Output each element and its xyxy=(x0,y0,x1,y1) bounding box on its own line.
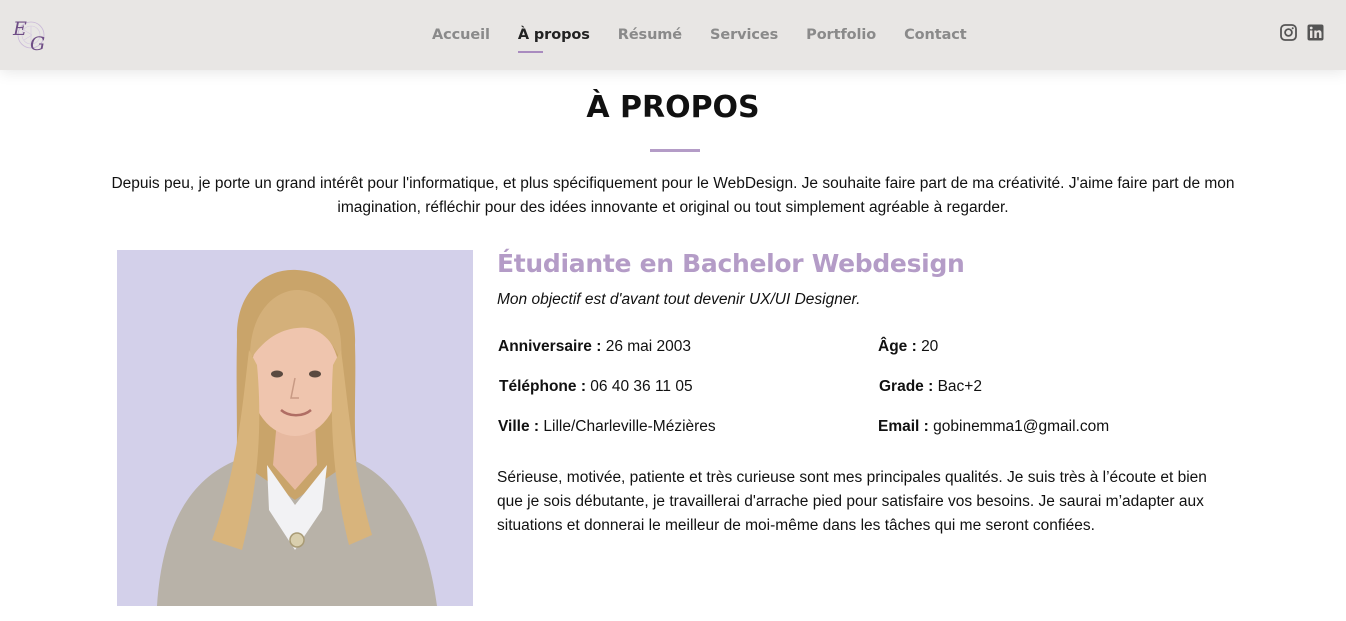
linkedin-icon[interactable] xyxy=(1307,24,1324,41)
info-phone: Téléphone : 06 40 36 11 05 xyxy=(499,378,693,396)
info-value: 06 40 36 11 05 xyxy=(590,378,693,395)
info-age: Âge : 20 xyxy=(878,338,938,356)
info-value[interactable]: gobinemma1@gmail.com xyxy=(933,418,1109,435)
nav-item-resume[interactable]: Résumé xyxy=(618,27,682,43)
social-links xyxy=(1280,24,1324,41)
profile-objective: Mon objectif est d'avant tout devenir UX… xyxy=(497,291,861,308)
nav-item-services[interactable]: Services xyxy=(710,27,778,43)
info-city: Ville : Lille/Charleville-Mézières xyxy=(498,418,716,436)
info-email: Email : gobinemma1@gmail.com xyxy=(878,418,1109,436)
main-nav: Accueil À propos Résumé Services Portfol… xyxy=(418,0,981,70)
site-header: E G Accueil À propos Résumé Services Por… xyxy=(0,0,1346,70)
profile-photo xyxy=(117,250,473,606)
info-label: Téléphone : xyxy=(499,378,586,395)
info-value: 26 mai 2003 xyxy=(605,338,692,355)
logo[interactable]: E G xyxy=(10,12,54,56)
profile-headline: Étudiante en Bachelor Webdesign xyxy=(497,249,965,278)
svg-text:E: E xyxy=(12,18,27,40)
info-label: Anniversaire : xyxy=(498,338,602,355)
info-grade: Grade : Bac+2 xyxy=(879,378,982,396)
info-label: Email : xyxy=(878,418,929,435)
nav-item-a-propos[interactable]: À propos xyxy=(517,27,590,53)
nav-item-accueil[interactable]: Accueil xyxy=(432,27,490,43)
info-label: Âge : xyxy=(878,338,917,355)
bio-paragraph: Sérieuse, motivée, patiente et très curi… xyxy=(497,469,1207,534)
title-underline xyxy=(650,149,700,152)
info-value: 20 xyxy=(921,338,939,355)
section-title: À PROPOS xyxy=(586,90,760,125)
svg-text:G: G xyxy=(30,33,45,55)
info-label: Grade : xyxy=(879,378,934,395)
info-value: Bac+2 xyxy=(937,378,982,395)
info-birthday: Anniversaire : 26 mai 2003 xyxy=(498,338,691,356)
intro-paragraph: Depuis peu, je porte un grand intérêt po… xyxy=(111,175,1235,216)
instagram-icon[interactable] xyxy=(1280,24,1297,41)
info-value: Lille/Charleville-Mézières xyxy=(543,418,716,435)
nav-item-contact[interactable]: Contact xyxy=(904,27,967,43)
info-label: Ville : xyxy=(498,418,540,435)
nav-item-portfolio[interactable]: Portfolio xyxy=(806,27,876,43)
